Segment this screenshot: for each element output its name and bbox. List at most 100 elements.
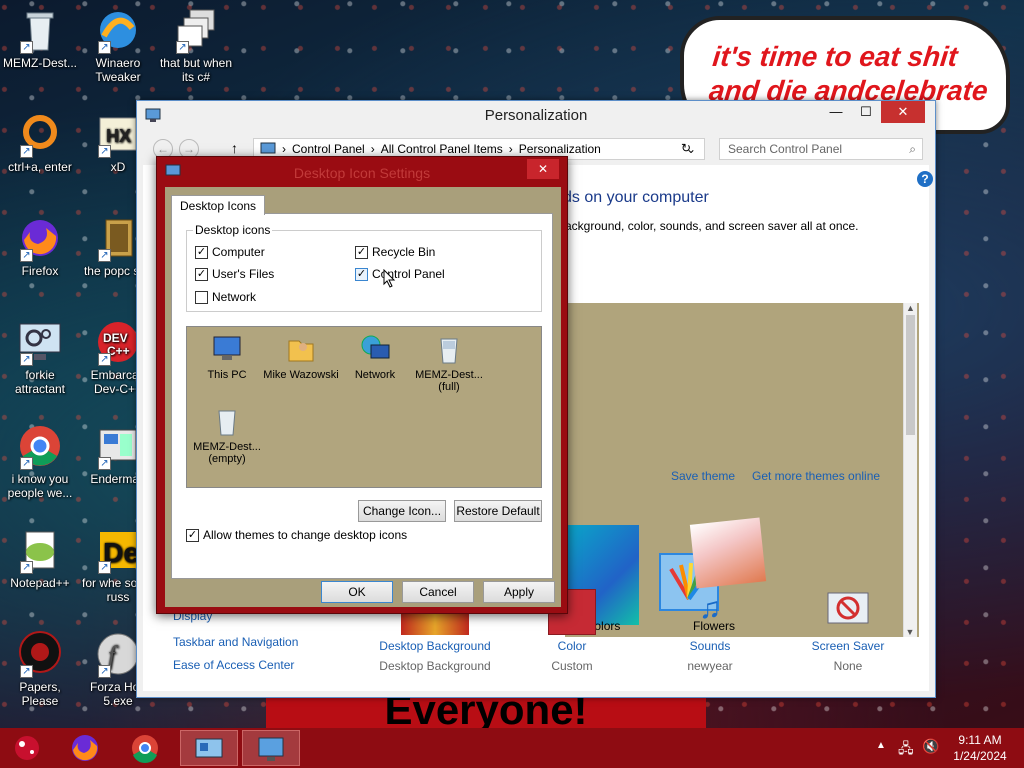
preview-this-pc[interactable]: This PC <box>187 333 267 381</box>
dev-icon: De ↗ <box>94 526 142 574</box>
desktop-icon-papers-please[interactable]: ↗ Papers, Please <box>0 630 80 708</box>
mouse-cursor-icon <box>383 269 396 288</box>
get-more-themes-link[interactable]: Get more themes online <box>752 469 880 483</box>
start-button[interactable] <box>0 730 54 766</box>
enderman-icon: ↗ <box>94 422 142 470</box>
desktop-icon-winaero[interactable]: ↗ Winaero Tweaker <box>78 6 158 84</box>
checkbox-checked-icon: ✓ <box>195 267 208 281</box>
desktop-icon-chrome[interactable]: ↗ i know you people we... <box>0 422 80 500</box>
devcpp-icon: DEV C++ ↗ <box>94 318 142 366</box>
preview-recycle-empty[interactable]: MEMZ-Dest... (empty) <box>187 405 267 465</box>
desktop-icon-forkie[interactable]: ↗ forkie attractant <box>0 318 80 396</box>
taskbar-clock[interactable]: 9:11 AM 1/24/2024 <box>944 732 1016 764</box>
checkbox-allow-themes[interactable]: ✓ Allow themes to change desktop icons <box>186 528 407 542</box>
notepadpp-icon: ↗ <box>16 526 64 574</box>
scroll-thumb[interactable] <box>906 315 915 435</box>
firefox-icon <box>72 735 98 761</box>
taskbar-firefox[interactable] <box>58 730 112 766</box>
network-tray-icon[interactable]: 🖧 <box>898 738 914 762</box>
firefox-icon: ↗ <box>16 214 64 262</box>
flowers-preview-image <box>689 517 767 589</box>
desktop-icon-that-but-when[interactable]: ↗ that but when its c# <box>156 6 236 84</box>
hxd-icon: HX ↗ <box>94 110 142 158</box>
checkbox-checked-icon: ✓ <box>355 267 368 281</box>
checkbox-checked-icon: ✓ <box>195 245 208 259</box>
up-button[interactable]: ↑ <box>231 140 238 156</box>
checkbox-computer[interactable]: ✓ Computer <box>195 245 265 259</box>
checkbox-checked-icon: ✓ <box>355 245 368 259</box>
user-folder-icon <box>285 333 317 365</box>
winaero-icon: ↗ <box>94 6 142 54</box>
preview-recycle-full[interactable]: MEMZ-Dest... (full) <box>409 333 489 393</box>
desktop-icon-firefox[interactable]: ↗ Firefox <box>0 214 80 278</box>
breadcrumb-all-items[interactable]: All Control Panel Items <box>381 142 503 156</box>
maximize-button[interactable]: ☐ <box>851 101 881 123</box>
screen-saver-icon <box>824 589 872 635</box>
checkbox-recycle-bin[interactable]: ✓ Recycle Bin <box>355 245 435 259</box>
chrome-icon: ↗ <box>16 422 64 470</box>
page-subtext: ackground, color, sounds, and screen sav… <box>565 219 859 233</box>
apply-button[interactable]: Apply <box>483 581 555 603</box>
preview-user-files[interactable]: Mike Wazowski <box>261 333 341 381</box>
help-icon[interactable]: ? <box>917 171 933 187</box>
popcorn-icon: ↗ <box>94 214 142 262</box>
desktop-icon-ctrl-a[interactable]: ↗ ctrl+a, enter <box>0 110 80 174</box>
checkbox-unchecked-icon <box>195 290 208 304</box>
breadcrumb-sep-icon: › <box>282 142 286 156</box>
flash-icon: f ↗ <box>94 630 142 678</box>
cancel-button[interactable]: Cancel <box>402 581 474 603</box>
search-input[interactable]: Search Control Panel ⌕ <box>719 138 923 160</box>
sounds-icon: ♫ <box>698 592 722 625</box>
checkbox-users-files[interactable]: ✓ User's Files <box>195 267 274 281</box>
svg-text:HX: HX <box>106 126 131 146</box>
see-also-taskbar[interactable]: Taskbar and Navigation <box>173 635 298 649</box>
minimize-button[interactable]: — <box>821 101 851 123</box>
see-also-ease-of-access[interactable]: Ease of Access Center <box>173 658 294 672</box>
desktop-icons-group: Desktop icons ✓ Computer ✓ Recycle Bin ✓ Us… <box>186 223 542 312</box>
taskbar-chrome[interactable] <box>118 730 172 766</box>
dialog-close-button[interactable]: ✕ <box>527 159 559 179</box>
breadcrumb-sep-icon: › <box>370 142 375 156</box>
volume-muted-icon[interactable]: 🔇 <box>922 738 939 755</box>
window-title: Personalization <box>484 107 588 124</box>
dialog-title: Desktop Icon Settings <box>293 165 431 181</box>
screen-saver-item[interactable]: Screen Saver None <box>783 589 913 673</box>
save-theme-link[interactable]: Save theme <box>671 469 735 483</box>
recycle-bin-empty-icon <box>211 405 243 437</box>
checkbox-network[interactable]: Network <box>195 290 256 304</box>
network-icon <box>359 333 391 365</box>
desktop-icon-notepadpp[interactable]: ↗ Notepad++ <box>0 526 80 590</box>
scroll-up-icon[interactable]: ▲ <box>904 303 917 313</box>
search-icon: ⌕ <box>909 142 916 156</box>
tab-desktop-icons[interactable]: Desktop Icons <box>171 195 266 215</box>
breadcrumb-control-panel[interactable]: Control Panel <box>292 142 365 156</box>
control-panel-icon <box>260 142 276 154</box>
preview-network[interactable]: Network <box>335 333 415 381</box>
desktop-icon-memz[interactable]: ↗ MEMZ-Dest... <box>0 6 80 70</box>
papers-please-icon: ↗ <box>16 630 64 678</box>
window-titlebar[interactable]: Personalization — ☐ ✕ <box>137 101 935 131</box>
checkbox-control-panel[interactable]: ✓ Control Panel <box>355 267 445 281</box>
breadcrumb-sep-icon: › <box>508 142 513 156</box>
sounds-item[interactable]: ♫ Sounds newyear <box>645 589 775 673</box>
icon-preview-list[interactable]: This PC Mike Wazowski Network MEMZ-Dest.… <box>186 326 542 488</box>
orange-ring-icon: ↗ <box>16 110 64 158</box>
themes-panel: Save theme Get more themes online and co… <box>565 303 919 637</box>
chrome-icon <box>132 735 158 763</box>
tab-pane: Desktop icons ✓ Computer ✓ Recycle Bin ✓ Us… <box>171 213 553 579</box>
restore-default-button[interactable]: Restore Default <box>454 500 542 522</box>
close-button[interactable]: ✕ <box>881 101 925 123</box>
ok-button[interactable]: OK <box>321 581 393 603</box>
taskbar-control-panel[interactable] <box>180 730 238 766</box>
control-panel-icon <box>195 738 223 758</box>
desktop-icon-settings-dialog: Desktop Icon Settings ✕ Desktop Icons De… <box>156 156 568 614</box>
show-hidden-icons[interactable]: ▲ <box>876 740 886 751</box>
bubble-text: it's time to eat shit and die andcelebra… <box>707 41 990 106</box>
refresh-icon[interactable]: ↻ <box>681 141 691 155</box>
breadcrumb-personalization[interactable]: Personalization <box>519 142 601 156</box>
group-label: Desktop icons <box>193 223 273 237</box>
change-icon-button[interactable]: Change Icon... <box>358 500 446 522</box>
dialog-body: Desktop Icons Desktop icons ✓ Computer ✓ R… <box>165 187 561 607</box>
taskbar-personalization[interactable] <box>242 730 300 766</box>
themes-scrollbar[interactable]: ▲ ▼ <box>903 303 917 637</box>
